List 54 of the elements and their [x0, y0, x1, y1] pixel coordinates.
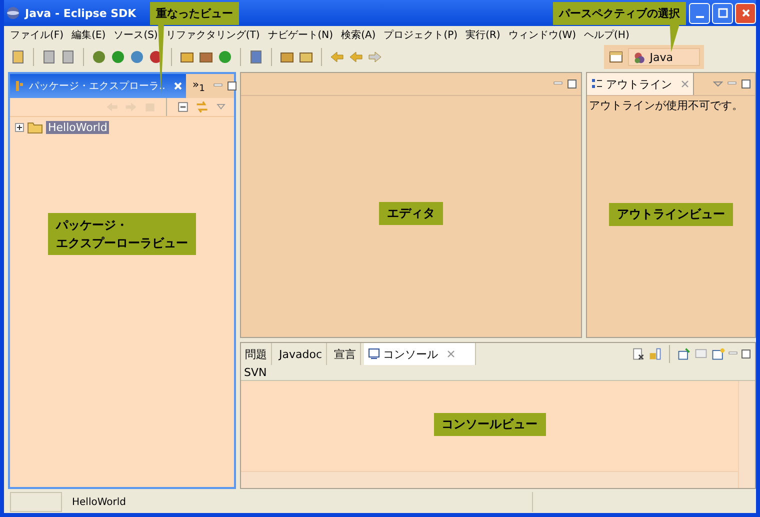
horizontal-scrollbar[interactable]	[241, 471, 738, 488]
annotation-label: エディタ	[379, 202, 443, 225]
console-header: SVN	[241, 365, 755, 381]
tree-item[interactable]: HelloWorld	[46, 120, 110, 134]
maximize-icon[interactable]	[741, 349, 751, 359]
overflow-chevron[interactable]: »$_{1}$	[192, 78, 205, 94]
outline-tab[interactable]: アウトライン	[587, 73, 694, 95]
callout-label: 重なったビュー	[150, 2, 239, 25]
monitor-icon	[368, 348, 380, 360]
maximize-icon[interactable]	[741, 79, 751, 89]
expand-toggle-icon[interactable]	[15, 122, 24, 132]
app-icon	[6, 6, 20, 20]
status-grip	[10, 492, 62, 512]
collapse-all-icon[interactable]	[176, 100, 190, 114]
menu-item[interactable]: 実行(R)	[462, 28, 504, 42]
maximize-icon[interactable]	[567, 79, 577, 89]
open-perspective-icon[interactable]	[608, 49, 624, 65]
window-title: Java - Eclipse SDK	[25, 6, 136, 20]
perspective-button[interactable]: Java	[628, 48, 700, 66]
vertical-scrollbar[interactable]	[738, 381, 755, 488]
menu-item[interactable]: ナビゲート(N)	[264, 28, 338, 42]
maximize-icon	[718, 8, 728, 18]
menu-item[interactable]: プロジェクト(P)	[380, 28, 462, 42]
status-text: HelloWorld	[72, 496, 128, 508]
annotation-label: コンソールビュー	[434, 413, 546, 436]
package-explorer-tab[interactable]: パッケージ・エクスプローラ..	[10, 74, 186, 98]
menu-item[interactable]: 検索(A)	[337, 28, 380, 42]
console-tab[interactable]: コンソール	[364, 343, 476, 365]
annotation-line: パッケージ・	[56, 217, 129, 234]
clear-console-icon[interactable]	[631, 347, 645, 361]
menu-item[interactable]: ウィンドウ(W)	[504, 28, 580, 42]
menu-item[interactable]: 編集(E)	[68, 28, 110, 42]
close-icon[interactable]	[681, 80, 689, 88]
forward-arrow-icon[interactable]	[367, 49, 383, 65]
minimize-button[interactable]	[689, 2, 710, 24]
outline-message: アウトラインが使用不可です。	[588, 98, 744, 114]
annotation-line: エクスプーローラビュー	[56, 235, 188, 252]
back-arrow-icon[interactable]	[348, 49, 364, 65]
close-button[interactable]	[735, 2, 756, 24]
outline-icon	[591, 78, 603, 90]
menu-item[interactable]: リファクタリング(T)	[162, 28, 264, 42]
callout-label: パースペクティブの選択	[553, 2, 686, 25]
java-perspective-icon	[632, 50, 647, 64]
back-arrow-icon[interactable]	[329, 49, 345, 65]
maximize-icon[interactable]	[226, 81, 237, 91]
menu-item[interactable]: ヘルプ(H)	[580, 28, 634, 42]
view-menu-icon[interactable]	[713, 79, 723, 89]
close-icon[interactable]	[447, 350, 455, 358]
maximize-button[interactable]	[712, 2, 733, 24]
project-folder-icon	[27, 120, 43, 134]
annotation-label: アウトラインビュー	[609, 203, 733, 226]
close-icon	[740, 8, 750, 18]
minimize-icon	[696, 16, 704, 18]
menu-item[interactable]: ファイル(F)	[6, 28, 68, 42]
